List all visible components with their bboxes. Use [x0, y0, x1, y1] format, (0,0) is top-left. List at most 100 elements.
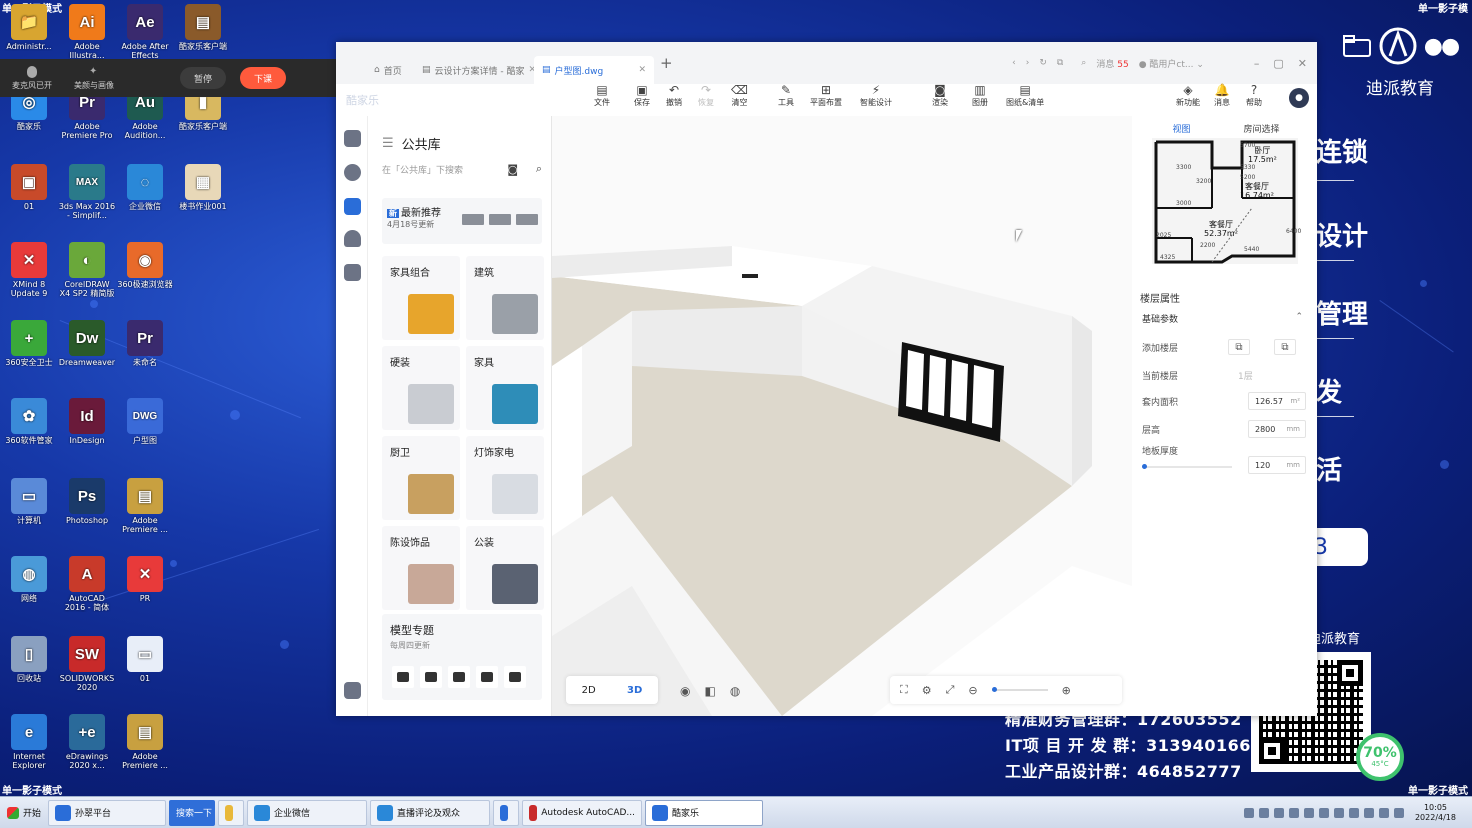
tray-icon[interactable] [1303, 808, 1314, 818]
close-icon[interactable]: ✕ [1298, 57, 1307, 70]
desktop-icon[interactable]: ▤ Adobe Premiere ... [116, 714, 174, 770]
desktop-icon[interactable]: ✕ PR [116, 556, 174, 603]
tray-icon[interactable] [1348, 808, 1359, 818]
user-icon[interactable] [344, 230, 361, 247]
thickness-field[interactable]: 120 mm [1248, 456, 1306, 474]
tray-icon[interactable] [1258, 808, 1269, 818]
toolbar-button[interactable]: ▣ 保存 [634, 84, 650, 108]
collapse-icon[interactable] [344, 682, 361, 699]
camera-icon[interactable]: ◙ [507, 163, 518, 176]
toolbar-button[interactable]: ✎ 工具 [778, 84, 794, 108]
taskbar-item[interactable] [493, 799, 520, 826]
mode-2d-button[interactable]: 2D [582, 685, 596, 696]
desktop-icon[interactable]: Ps Photoshop [58, 478, 116, 525]
search-icon[interactable]: ⌕ [1081, 58, 1086, 68]
desktop-icon[interactable]: +360安全卫士 [0, 320, 58, 367]
thumb[interactable] [420, 666, 442, 688]
desktop-icon[interactable]: e Internet Explorer [0, 714, 58, 770]
clock[interactable]: 10:05 2022/4/18 [1415, 803, 1456, 823]
forward-icon[interactable]: › [1026, 58, 1030, 68]
desktop-icon[interactable]: ✿ 360软件管家 [0, 398, 58, 445]
tray-icon[interactable] [1318, 808, 1329, 818]
messages-link[interactable]: 消息 55 [1096, 57, 1128, 70]
toolbar-button[interactable]: ⌫ 清空 [731, 84, 748, 108]
thumb[interactable] [392, 666, 414, 688]
tab-view[interactable]: 视图 [1172, 122, 1190, 135]
taskbar-item[interactable]: 直播评论及观众 [370, 799, 491, 826]
desktop-icon[interactable]: ▭ 01 [116, 636, 174, 683]
maximize-icon[interactable]: ▢ [1273, 57, 1283, 70]
toolbar-button[interactable]: ? 帮助 [1246, 84, 1262, 108]
library-category[interactable]: 硬装 [382, 346, 460, 430]
basic-params-header[interactable]: 基础参数 ⌃ [1132, 312, 1317, 326]
thickness-slider[interactable] [1142, 464, 1232, 469]
fit-icon[interactable]: ⛶ [900, 683, 908, 697]
library-category[interactable]: 家具组合 [382, 256, 460, 340]
desktop-icon[interactable]: 📁 Administr... [0, 4, 58, 51]
new-tab-button[interactable]: + [660, 54, 673, 72]
mic-toggle[interactable]: 麦克风已开 [8, 65, 56, 91]
pause-button[interactable]: 暂停 [180, 67, 226, 89]
taskbar-item[interactable]: 搜索一下 [169, 799, 216, 826]
toolbar-button[interactable]: ▤ 图纸&清单 [1006, 84, 1044, 108]
room-label[interactable]: 客餐厅 16.74m² [1240, 182, 1274, 200]
refresh-icon[interactable]: ↻ [1039, 58, 1047, 68]
search-icon[interactable]: ⌕ [536, 162, 542, 176]
close-tab-icon[interactable]: ✕ [638, 65, 646, 75]
library-category[interactable]: 家具 [466, 346, 544, 430]
compass-icon[interactable]: ◍ [730, 684, 740, 698]
toolbar-button[interactable]: 🔔 消息 [1214, 84, 1230, 108]
copy-icon[interactable]: ⧉ [1057, 58, 1063, 68]
performance-gauge[interactable]: 70% 45°C [1356, 733, 1404, 781]
library-search-input[interactable]: 在「公共库」下搜索 ◙ ⌕ [382, 160, 542, 178]
minimize-icon[interactable]: – [1254, 57, 1260, 70]
toolbar-button[interactable]: ↷ 恢复 [698, 84, 714, 108]
box-icon[interactable] [344, 264, 361, 281]
zoom-slider[interactable] [991, 687, 1048, 692]
desktop-icon[interactable]: Id InDesign [58, 398, 116, 445]
latest-recommend-card[interactable]: 新最新推荐 4月18号更新 [382, 198, 542, 244]
zoom-out-icon[interactable]: ⊖ [968, 684, 977, 697]
floor-plan-minimap[interactable]: 卧厅 17.5m² 客餐厅 16.74m² 客餐厅 52.37m² 3300 3000 3200… [1152, 138, 1301, 264]
volume-icon[interactable] [1393, 808, 1404, 818]
toolbar-button[interactable]: ↶ 撤销 [666, 84, 682, 108]
desktop-icon[interactable]: A AutoCAD 2016 - 简体中... [58, 556, 116, 612]
tray-icon[interactable] [1363, 808, 1374, 818]
desktop-icon[interactable]: Ae Adobe After Effects [116, 4, 174, 60]
settings-icon[interactable]: ⚙ [922, 684, 932, 697]
library-category[interactable]: 公装 [466, 526, 544, 610]
desktop-icon[interactable]: SW SOLIDWORKS 2020 [58, 636, 116, 692]
slider-handle[interactable] [1142, 464, 1147, 469]
tray-icon[interactable] [1288, 808, 1299, 818]
lamp-icon[interactable] [344, 164, 361, 181]
start-button[interactable]: 开始 [3, 800, 45, 826]
desktop-icon[interactable]: ▯ 回收站 [0, 636, 58, 683]
library-category[interactable]: 陈设饰品 [382, 526, 460, 610]
tray-icon[interactable] [1333, 808, 1344, 818]
tray-icon[interactable] [1273, 808, 1284, 818]
library-category[interactable]: 建筑 [466, 256, 544, 340]
desktop-icon[interactable]: ◌ 企业微信 [116, 164, 174, 211]
3d-viewport[interactable]: 2D 3D ◉ ◧ ◍ ⛶ ⚙ ⤢ ⊖ ⊕ [552, 116, 1132, 716]
desktop-icon[interactable]: ▣ 01 [0, 164, 58, 211]
browser-tab[interactable]: ▤ 户型图.dwg ✕ [534, 56, 654, 84]
avatar[interactable]: ● [1289, 88, 1309, 108]
tray-icon[interactable] [1378, 808, 1389, 818]
toolbar-button[interactable]: ⚡ 智能设计 [860, 84, 892, 108]
toolbar-button[interactable]: ⊞ 平面布置 [810, 84, 842, 108]
desktop-icon[interactable]: ▭ 计算机 [0, 478, 58, 525]
toolbar-button[interactable]: ◈ 新功能 [1176, 84, 1200, 108]
thumb[interactable] [476, 666, 498, 688]
taskbar-item[interactable] [218, 799, 245, 826]
zoom-handle[interactable] [991, 687, 997, 692]
zoom-in-icon[interactable]: ⊕ [1062, 684, 1071, 697]
mode-3d-button[interactable]: 3D [627, 685, 642, 696]
model-topic-card[interactable]: 模型专题 每周四更新 [382, 614, 542, 700]
taskbar-item[interactable]: 企业微信 [247, 799, 368, 826]
toolbar-button[interactable]: ▥ 图册 [972, 84, 988, 108]
back-icon[interactable]: ‹ [1012, 58, 1016, 68]
desktop-icon[interactable]: MAX 3ds Max 2016 - Simplif... [58, 164, 116, 220]
desktop-icon[interactable]: Dw Dreamweaver [58, 320, 116, 367]
thumb[interactable] [504, 666, 526, 688]
library-icon[interactable] [344, 198, 361, 215]
